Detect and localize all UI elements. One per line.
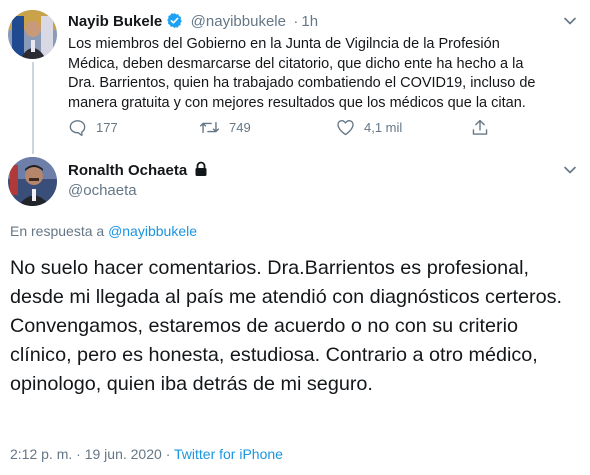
tweet1-action-bar: 177 749 4,1 mil [68,118,538,138]
retweet-icon[interactable] [199,118,220,137]
share-action[interactable] [471,118,489,137]
tweet1-text: Los miembros del Gobierno en la Junta de… [68,36,536,111]
tweet2-date[interactable]: 19 jun. 2020 [85,446,162,462]
tweet1-time[interactable]: 1h [301,13,318,30]
tweet2-author-handle[interactable]: @ochaeta [68,182,137,199]
heart-icon[interactable] [336,118,355,136]
tweet1-author-handle[interactable]: @nayibbukele [191,13,286,30]
tweet2-header: Ronalth Ochaeta [68,161,208,182]
verified-badge-icon [166,12,183,34]
tweet1-author-name[interactable]: Nayib Bukele [68,13,162,30]
meta-separator: · [165,446,171,462]
avatar-nayib-bukele[interactable] [8,10,57,59]
tweet2-time[interactable]: 2:12 p. m. [10,446,72,462]
tweet1-header: Nayib Bukele @nayibbukele · 1h [68,12,318,34]
avatar-ronalth-ochaeta[interactable] [8,157,57,206]
tweet2-source-link[interactable]: Twitter for iPhone [174,446,283,462]
chevron-down-icon[interactable] [563,163,577,177]
like-action[interactable]: 4,1 mil [336,118,402,136]
reply-prefix: En respuesta a [10,223,105,239]
reply-target-link[interactable]: @nayibbukele [108,223,197,239]
share-icon[interactable] [471,118,489,137]
tweet2-text: No suelo hacer comentarios. Dra.Barrient… [10,257,563,395]
replying-to-line: En respuesta a @nayibbukele [10,223,197,239]
meta-separator: · [76,446,81,462]
tweet2-author-name[interactable]: Ronalth Ochaeta [68,162,187,179]
reply-icon[interactable] [68,118,87,137]
retweet-count: 749 [229,120,251,135]
chevron-down-icon[interactable] [563,14,577,28]
like-count: 4,1 mil [364,119,403,135]
reply-count: 177 [96,120,118,135]
tweet2-metadata: 2:12 p. m. · 19 jun. 2020 · Twitter for … [10,446,283,462]
thread-connector-line [32,62,34,154]
reply-action[interactable]: 177 [68,118,118,137]
retweet-action[interactable]: 749 [199,118,251,137]
lock-icon [194,161,208,182]
tweet1-separator: · [293,13,299,30]
